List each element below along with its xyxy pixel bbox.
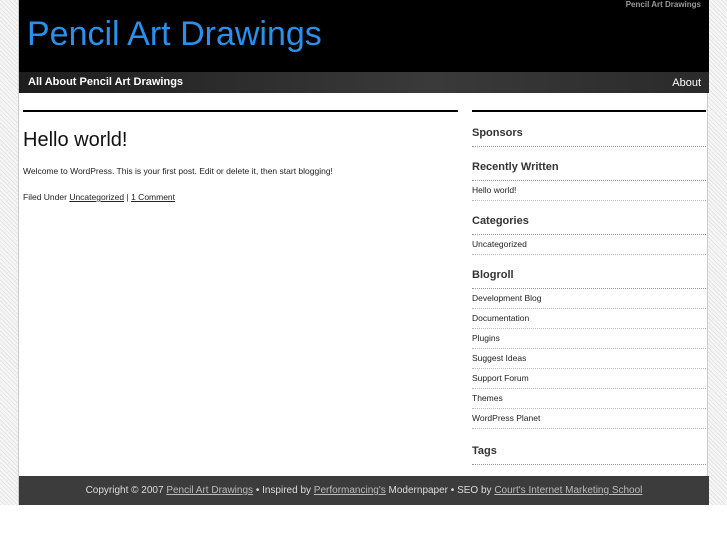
recent-post-link[interactable]: Hello world! [472, 181, 706, 201]
widget-tags: Tags [472, 441, 706, 465]
footer-seo-link[interactable]: Court's Internet Marketing School [494, 485, 642, 496]
widget-blogroll: Blogroll Development Blog Documentation … [472, 265, 706, 429]
footer-site-link[interactable]: Pencil Art Drawings [166, 485, 253, 496]
blogroll-link[interactable]: Development Blog [472, 289, 706, 309]
blogroll-link[interactable]: Support Forum [472, 369, 706, 389]
main-content: Hello world! Welcome to WordPress. This … [23, 110, 458, 202]
header: Pencil Art Drawings Pencil Art Drawings [19, 0, 709, 72]
footer-inspired: • Inspired by [255, 485, 312, 496]
background-pattern-left [0, 0, 19, 505]
widget-title-sponsors: Sponsors [472, 123, 706, 147]
widget-title-categories: Categories [472, 211, 706, 235]
post-title[interactable]: Hello world! [23, 128, 458, 152]
widget-title-recent: Recently Written [472, 157, 706, 181]
footer: Copyright © 2007 Pencil Art Drawings • I… [19, 476, 709, 505]
background-pattern-right [708, 0, 727, 505]
site-description: All About Pencil Art Drawings [28, 76, 184, 88]
blogroll-link[interactable]: WordPress Planet [472, 409, 706, 429]
page-container: Pencil Art Drawings Pencil Art Drawings … [18, 0, 709, 505]
comments-link[interactable]: 1 Comment [131, 192, 175, 202]
footer-performancing-link[interactable]: Performancing's [314, 485, 386, 496]
blogroll-link[interactable]: Themes [472, 389, 706, 409]
blogroll-link[interactable]: Plugins [472, 329, 706, 349]
filed-under-label: Filed Under [23, 192, 67, 202]
post-body: Welcome to WordPress. This is your first… [23, 166, 333, 176]
meta-separator: | [126, 192, 129, 202]
widget-title-blogroll: Blogroll [472, 265, 706, 289]
footer-copyright: Copyright © 2007 [85, 485, 164, 496]
category-link[interactable]: Uncategorized [69, 192, 124, 202]
widget-title-tags: Tags [472, 441, 706, 465]
blogroll-link[interactable]: Documentation [472, 309, 706, 329]
sidebar: Sponsors Recently Written Hello world! C… [472, 110, 706, 465]
category-item[interactable]: Uncategorized [472, 235, 706, 255]
widget-categories: Categories Uncategorized [472, 211, 706, 255]
widget-recent: Recently Written Hello world! [472, 157, 706, 201]
nav-about-link[interactable]: About [672, 77, 701, 89]
post-meta: Filed Under Uncategorized | 1 Comment [23, 192, 458, 202]
widget-sponsors: Sponsors [472, 123, 706, 147]
header-top-title: Pencil Art Drawings [625, 0, 701, 9]
footer-modernpaper: Modernpaper • SEO by [388, 485, 492, 496]
blogroll-link[interactable]: Suggest Ideas [472, 349, 706, 369]
nav-bar: All About Pencil Art Drawings About [19, 72, 709, 93]
site-title-link[interactable]: Pencil Art Drawings [27, 15, 322, 54]
